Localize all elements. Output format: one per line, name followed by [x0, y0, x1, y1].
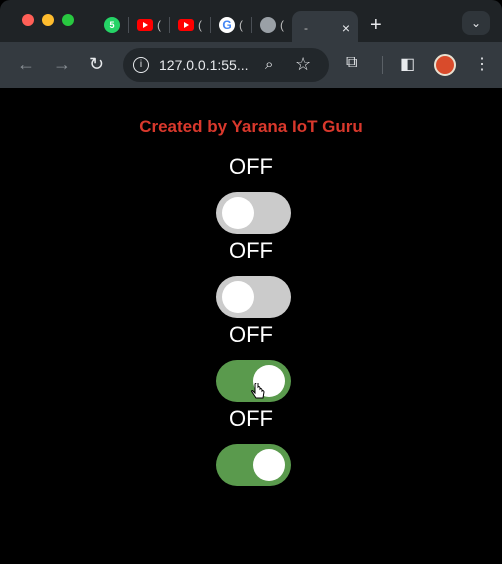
switch-4-toggle[interactable]: [216, 444, 291, 486]
tab-whatsapp[interactable]: 5: [96, 11, 128, 39]
close-tab-icon[interactable]: ×: [342, 20, 350, 36]
switch-2-label: OFF: [229, 238, 273, 263]
toolbar-divider: [382, 56, 383, 74]
extensions-icon[interactable]: ⧉: [346, 54, 357, 72]
tab-title: (: [280, 18, 284, 32]
active-tab-title: -: [304, 21, 308, 35]
switch-2-toggle[interactable]: [216, 276, 291, 318]
youtube-icon: [137, 19, 153, 31]
tab-youtube-2[interactable]: (: [170, 11, 210, 39]
tab-youtube-1[interactable]: (: [129, 11, 169, 39]
page-content: Created by Yarana IoT Guru OFF OFF OFF O…: [0, 88, 502, 564]
browser-toolbar: ← → ↻ i 127.0.0.1:55... ⌕ ☆ ⧉ ◧ ⋮: [0, 42, 502, 88]
forward-button[interactable]: →: [53, 54, 71, 75]
url-text[interactable]: 127.0.0.1:55...: [159, 57, 249, 73]
profile-avatar[interactable]: [434, 54, 456, 76]
window-controls: [22, 14, 74, 26]
new-tab-button[interactable]: +: [370, 14, 382, 37]
whatsapp-icon: 5: [104, 17, 120, 33]
page-heading: Created by Yarana IoT Guru: [139, 117, 363, 136]
tab-globe[interactable]: (: [252, 11, 292, 39]
switch-knob: [222, 281, 254, 313]
browser-window: 5 ( ( G ( ( - × + ⌄ ← → ↻ i 127.0.0.1:55…: [0, 0, 502, 564]
switch-1-label: OFF: [229, 154, 273, 179]
side-panel-icon[interactable]: ◧: [400, 54, 415, 74]
switch-knob: [222, 197, 254, 229]
tab-active[interactable]: - ×: [292, 11, 358, 45]
switch-3-label: OFF: [229, 322, 273, 347]
hand-cursor-icon: [251, 383, 265, 399]
google-icon: G: [219, 17, 235, 33]
reload-button[interactable]: ↻: [89, 54, 104, 75]
tab-strip: 5 ( ( G ( ( - × + ⌄: [0, 0, 502, 45]
tab-google[interactable]: G (: [211, 11, 251, 39]
tabs: 5 ( ( G ( ( - × +: [96, 8, 382, 45]
zoom-icon[interactable]: ⌕: [265, 56, 273, 73]
switch-knob: [253, 449, 285, 481]
address-bar[interactable]: i 127.0.0.1:55... ⌕ ☆: [123, 48, 329, 82]
close-window-button[interactable]: [22, 14, 34, 26]
back-button[interactable]: ←: [17, 54, 35, 75]
more-menu-icon[interactable]: ⋮: [474, 54, 490, 74]
bookmark-star-icon[interactable]: ☆: [295, 54, 311, 75]
switch-1-toggle[interactable]: [216, 192, 291, 234]
tab-title: (: [198, 18, 202, 32]
minimize-window-button[interactable]: [42, 14, 54, 26]
site-info-icon[interactable]: i: [133, 57, 149, 73]
switch-4-label: OFF: [229, 406, 273, 431]
tab-title: (: [157, 18, 161, 32]
youtube-icon: [178, 19, 194, 31]
zoom-window-button[interactable]: [62, 14, 74, 26]
tab-title: (: [239, 18, 243, 32]
globe-icon: [260, 17, 276, 33]
tab-search-button[interactable]: ⌄: [462, 11, 490, 35]
